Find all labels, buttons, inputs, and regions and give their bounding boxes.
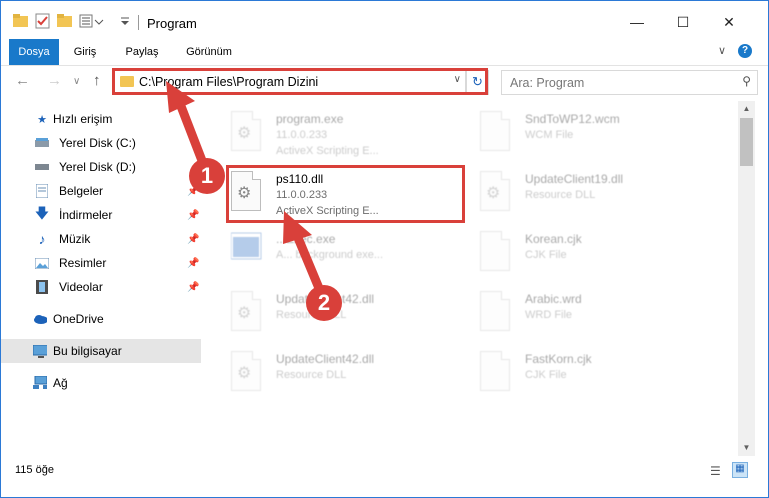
explorer-window: Program — ☐ ✕ Dosya Giriş Paylaş Görünüm… bbox=[0, 0, 769, 498]
callout-2: 2 bbox=[306, 285, 342, 321]
callout-1: 1 bbox=[189, 158, 225, 194]
annotation-arrows bbox=[166, 81, 326, 295]
